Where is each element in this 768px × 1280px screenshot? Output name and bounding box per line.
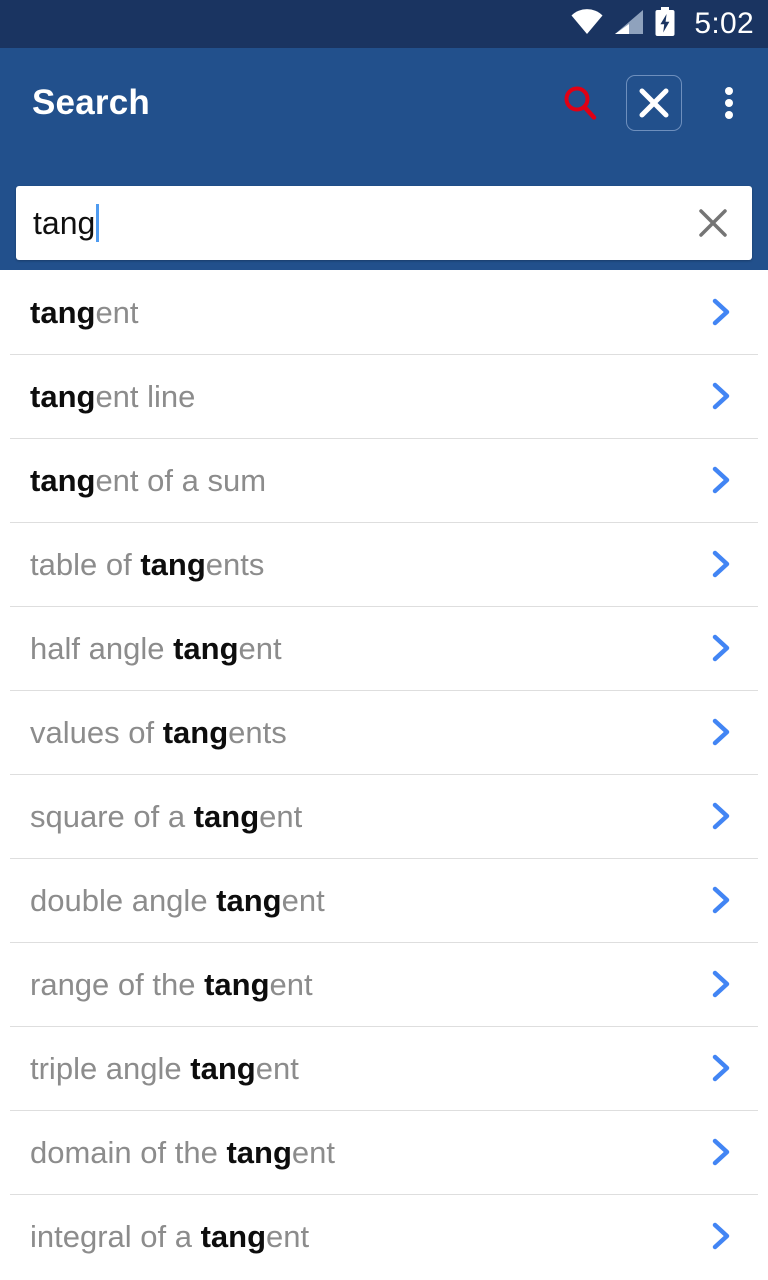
suggestion-match: tang: [190, 1050, 256, 1086]
search-input[interactable]: tang: [16, 186, 674, 260]
suggestion-match: tang: [140, 546, 206, 582]
suggestion-match: tang: [193, 798, 260, 834]
suggestion-label: double angle tangent: [30, 882, 325, 918]
suggestion-match: tang: [30, 462, 96, 498]
suggestion-label: tangent of a sum: [30, 462, 267, 498]
suggestion-label: range of the tangent: [30, 966, 313, 1002]
suggestion-match: tang: [162, 714, 229, 750]
search-field[interactable]: tang: [16, 186, 752, 260]
suggestion-match: tang: [216, 882, 282, 918]
clear-search-icon[interactable]: [674, 186, 752, 260]
suggestion-match: tang: [30, 378, 96, 414]
suggestion-label: values of tangents: [30, 714, 287, 750]
chevron-right-icon[interactable]: [672, 1219, 768, 1253]
page-title: Search: [32, 83, 150, 122]
search-icon[interactable]: [548, 71, 612, 135]
chevron-right-icon[interactable]: [672, 295, 768, 329]
suggestion-row[interactable]: table of tangents: [0, 522, 768, 606]
suggestion-label: tangent line: [30, 378, 196, 414]
chevron-right-icon[interactable]: [672, 715, 768, 749]
overflow-menu-icon[interactable]: [700, 71, 758, 135]
suggestion-row[interactable]: triple angle tangent: [0, 1026, 768, 1110]
battery-charging-icon: [654, 6, 676, 42]
suggestion-row[interactable]: half angle tangent: [0, 606, 768, 690]
suggestion-label: triple angle tangent: [30, 1050, 299, 1086]
overflow-dot: [725, 99, 733, 107]
chevron-right-icon[interactable]: [672, 463, 768, 497]
suggestion-row[interactable]: integral of a tangent: [0, 1194, 768, 1278]
chevron-right-icon[interactable]: [672, 1051, 768, 1085]
chevron-right-icon[interactable]: [672, 547, 768, 581]
wifi-icon: [570, 8, 604, 40]
suggestion-match: tang: [30, 294, 96, 330]
overflow-dot: [725, 87, 733, 95]
status-bar-clock: 5:02: [694, 7, 754, 40]
suggestion-match: tang: [204, 966, 270, 1002]
suggestion-row[interactable]: tangent line: [0, 354, 768, 438]
suggestion-match: tang: [226, 1134, 292, 1170]
status-bar: 5:02: [0, 0, 768, 48]
suggestion-match: tang: [200, 1218, 267, 1254]
suggestion-label: table of tangents: [30, 546, 265, 582]
suggestion-row[interactable]: range of the tangent: [0, 942, 768, 1026]
suggestion-label: half angle tangent: [30, 630, 282, 666]
suggestion-row[interactable]: double angle tangent: [0, 858, 768, 942]
chevron-right-icon[interactable]: [672, 1135, 768, 1169]
chevron-right-icon[interactable]: [672, 631, 768, 665]
suggestion-row[interactable]: tangent: [0, 270, 768, 354]
suggestion-label: square of a tangent: [30, 798, 303, 834]
app-toolbar: Search: [0, 48, 768, 158]
chevron-right-icon[interactable]: [672, 967, 768, 1001]
suggestion-label: domain of the tangent: [30, 1134, 336, 1170]
chevron-right-icon[interactable]: [672, 883, 768, 917]
search-suggestion-list[interactable]: tangent tangent line tangent of a sum table…: [0, 270, 768, 1280]
suggestion-row[interactable]: square of a tangent: [0, 774, 768, 858]
search-input-value: tang: [33, 205, 96, 241]
search-field-band: tang: [0, 158, 768, 270]
status-bar-icons: 5:02: [570, 6, 754, 42]
chevron-right-icon[interactable]: [672, 379, 768, 413]
overflow-dot: [725, 111, 733, 119]
suggestion-match: tang: [173, 630, 239, 666]
suggestion-row[interactable]: tangent of a sum: [0, 438, 768, 522]
close-icon[interactable]: [626, 75, 682, 131]
search-screen: 5:02 Search tang tangent tangent line ta…: [0, 0, 768, 1280]
suggestion-label: integral of a tangent: [30, 1218, 310, 1254]
suggestion-row[interactable]: values of tangents: [0, 690, 768, 774]
suggestion-row[interactable]: domain of the tangent: [0, 1110, 768, 1194]
text-caret: [96, 204, 100, 242]
cellular-signal-icon: [614, 9, 644, 40]
chevron-right-icon[interactable]: [672, 799, 768, 833]
suggestion-label: tangent: [30, 294, 139, 330]
